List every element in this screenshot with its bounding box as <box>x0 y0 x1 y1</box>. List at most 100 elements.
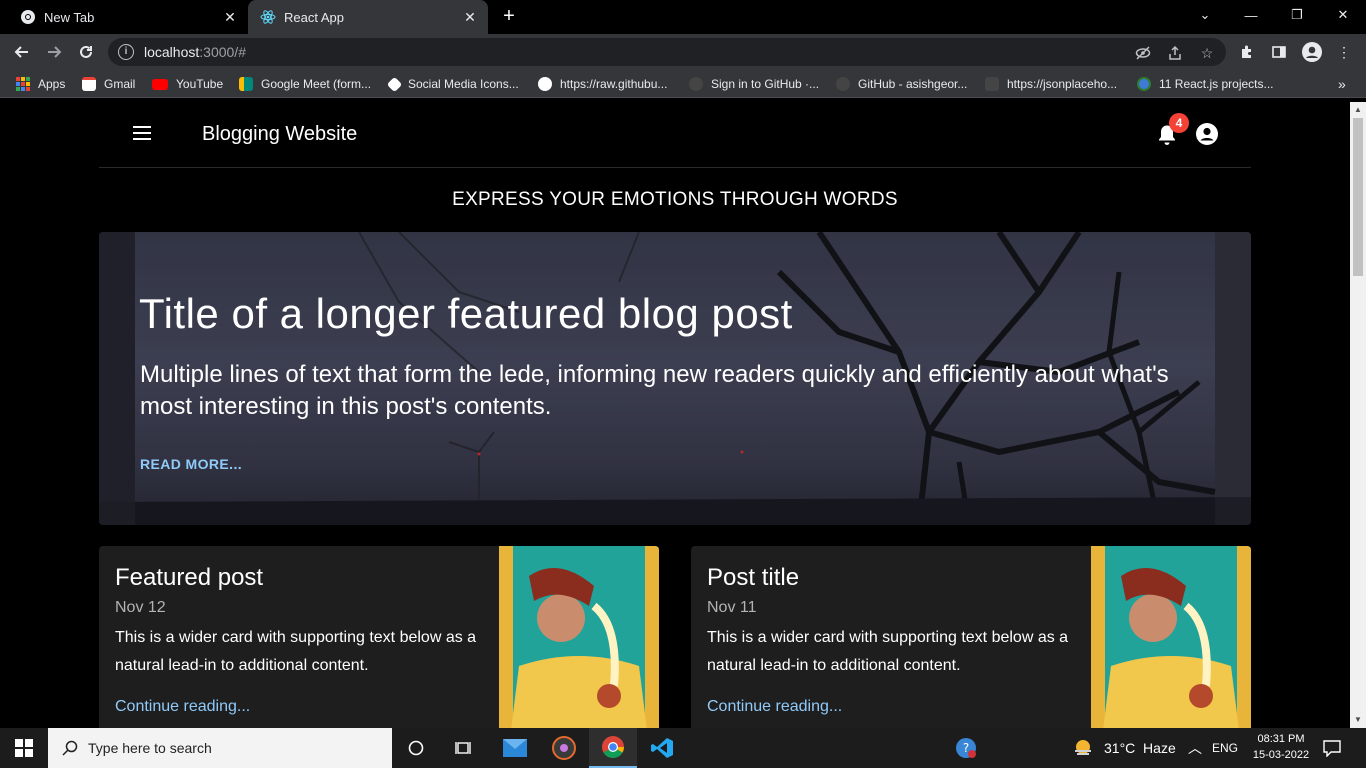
new-tab-button[interactable]: + <box>498 6 520 28</box>
hero-title: Title of a longer featured blog post <box>139 290 793 337</box>
minimize-icon[interactable]: — <box>1228 0 1274 30</box>
weather-widget[interactable]: 31°C Haze <box>1072 728 1176 768</box>
help-tray-icon[interactable]: ? <box>955 728 977 768</box>
vscode-icon[interactable] <box>638 728 686 768</box>
tab-new-tab[interactable]: New Tab ✕ <box>0 0 248 34</box>
bookmark-apps[interactable]: Apps <box>16 75 65 93</box>
side-panel-icon[interactable] <box>1269 42 1289 62</box>
media-player-icon[interactable] <box>540 728 588 768</box>
app-header: Blogging Website 4 <box>99 102 1251 168</box>
tab-search-chevron-icon[interactable]: ⌄ <box>1182 0 1228 30</box>
bookmark-label: 11 React.js projects... <box>1159 77 1274 91</box>
bookmark-jsonplaceholder[interactable]: https://jsonplaceho... <box>985 75 1117 93</box>
taskbar-search-box[interactable]: Type here to search <box>48 728 392 768</box>
gmail-icon <box>82 77 96 91</box>
bookmark-label: Sign in to GitHub ·... <box>711 77 820 91</box>
bookmark-label: https://jsonplaceho... <box>1007 77 1118 91</box>
bookmark-label: Gmail <box>104 77 136 91</box>
language-indicator[interactable]: ENG <box>1212 728 1238 768</box>
eye-off-icon[interactable] <box>1134 44 1152 62</box>
bookmark-label: Social Media Icons... <box>408 77 519 91</box>
card-image <box>1091 546 1251 728</box>
card-title: Post title <box>707 564 800 591</box>
search-placeholder: Type here to search <box>88 740 212 756</box>
card-title: Featured post <box>115 564 264 591</box>
tab-title: React App <box>284 9 344 25</box>
card-date: Nov 11 <box>707 599 757 616</box>
bookmark-react-projects[interactable]: 11 React.js projects... <box>1137 75 1274 93</box>
close-tab-icon[interactable]: ✕ <box>222 9 238 25</box>
back-icon[interactable] <box>10 40 34 64</box>
bookmark-label: https://raw.githubu... <box>560 77 668 91</box>
taskbar-clock[interactable]: 08:31 PM 15-03-2022 <box>1244 731 1318 763</box>
clock-time: 08:31 PM <box>1257 733 1305 745</box>
windows-start-icon[interactable] <box>0 728 48 768</box>
restore-icon[interactable]: ❐ <box>1274 0 1320 30</box>
bookmark-sign-in-github[interactable]: Sign in to GitHub ·... <box>689 75 819 93</box>
post-card[interactable]: Post title Nov 11 This is a wider card w… <box>691 546 1251 728</box>
menu-hamburger-icon[interactable] <box>133 126 153 142</box>
share-icon[interactable] <box>1166 44 1184 62</box>
forward-icon[interactable] <box>42 40 66 64</box>
github-icon <box>689 77 703 91</box>
bookmark-label: YouTube <box>176 77 224 91</box>
search-icon <box>62 740 78 756</box>
mail-icon[interactable] <box>491 728 539 768</box>
account-circle-icon[interactable] <box>1196 123 1218 145</box>
task-view-icon[interactable] <box>440 728 488 768</box>
bookmark-google-meet[interactable]: Google Meet (form... <box>239 75 371 93</box>
show-hidden-icons-chevron-icon[interactable]: ︿ <box>1188 728 1202 768</box>
youtube-icon <box>152 78 168 90</box>
bookmark-github-asishgeor[interactable]: GitHub - asishgeor... <box>836 75 967 93</box>
profile-avatar-icon[interactable] <box>1302 42 1322 62</box>
bookmark-social-media-icons[interactable]: Social Media Icons... <box>386 75 519 93</box>
post-card[interactable]: Featured post Nov 12 This is a wider car… <box>99 546 659 728</box>
address-bar[interactable]: i localhost :3000/# ☆ <box>108 38 1226 66</box>
site-tagline: EXPRESS YOUR EMOTIONS THROUGH WORDS <box>452 189 898 210</box>
github-icon <box>836 77 850 91</box>
tab-title: New Tab <box>44 9 95 25</box>
card-text: This is a wider card with supporting tex… <box>115 629 477 674</box>
card-date: Nov 12 <box>115 599 166 616</box>
social-icon <box>386 76 403 92</box>
kebab-menu-icon[interactable]: ⋮ <box>1334 42 1354 62</box>
close-tab-icon[interactable]: ✕ <box>462 9 478 25</box>
card-image <box>499 546 659 728</box>
bookmark-raw-githubusercontent[interactable]: https://raw.githubu... <box>538 75 667 93</box>
scroll-down-arrow-icon[interactable]: ▼ <box>1350 712 1366 728</box>
bookmark-label: Google Meet (form... <box>261 77 372 91</box>
notification-count-badge: 4 <box>1169 113 1189 133</box>
placeholder-icon <box>985 77 999 91</box>
clock-date: 15-03-2022 <box>1252 749 1310 761</box>
bookmark-label: Apps <box>38 77 66 91</box>
page-scrollbar[interactable]: ▲ ▼ <box>1350 102 1366 728</box>
bookmark-youtube[interactable]: YouTube <box>152 75 223 93</box>
globe-icon <box>538 77 552 91</box>
reload-icon[interactable] <box>74 40 98 64</box>
browser-tab-strip: New Tab ✕ React App ✕ + ⌄ — ❐ ✕ <box>0 0 1366 34</box>
scrollbar-thumb[interactable] <box>1353 118 1363 276</box>
bookmark-star-icon[interactable]: ☆ <box>1198 44 1216 62</box>
chrome-icon <box>20 9 36 25</box>
bookmark-gmail[interactable]: Gmail <box>82 75 135 93</box>
close-window-icon[interactable]: ✕ <box>1320 0 1366 30</box>
site-title: Blogging Website <box>202 123 358 145</box>
continue-reading-link[interactable]: Continue reading... <box>115 698 250 716</box>
hero-featured-post: Title of a longer featured blog post Mul… <box>99 232 1251 525</box>
continue-reading-link[interactable]: Continue reading... <box>707 698 842 716</box>
react-icon <box>260 9 276 25</box>
hero-read-more-link[interactable]: READ MORE... <box>140 456 242 472</box>
chrome-taskbar-icon[interactable] <box>589 728 637 768</box>
notification-center-icon[interactable] <box>1322 728 1342 768</box>
cortana-icon[interactable] <box>392 728 440 768</box>
scroll-up-arrow-icon[interactable]: ▲ <box>1350 102 1366 118</box>
more-bookmarks-chevron-icon[interactable]: » <box>1338 75 1346 93</box>
weather-text: 31°C Haze <box>1104 740 1176 756</box>
browser-toolbar: i localhost :3000/# ☆ ⋮ <box>0 34 1366 70</box>
bookmark-label: GitHub - asishgeor... <box>858 77 968 91</box>
site-info-icon[interactable]: i <box>118 44 134 60</box>
hero-description: Multiple lines of text that form the led… <box>140 361 1169 420</box>
extensions-icon[interactable] <box>1237 42 1257 62</box>
tab-react-app[interactable]: React App ✕ <box>248 0 488 34</box>
react-projects-icon <box>1137 77 1151 91</box>
